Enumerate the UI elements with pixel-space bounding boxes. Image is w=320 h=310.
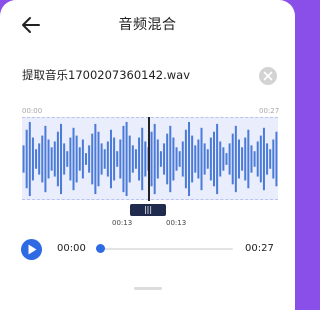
page-title: 音频混合 xyxy=(118,17,177,33)
waveform-end-label: 00:27 xyxy=(259,107,280,115)
waveform-bar xyxy=(253,151,256,167)
waveform-bar xyxy=(72,127,75,191)
marker-left-time: 00:13 xyxy=(112,219,133,227)
waveform-bar xyxy=(75,135,78,183)
waveform-bar xyxy=(244,137,247,181)
waveform-bar xyxy=(56,131,59,187)
waveform-bar xyxy=(222,147,225,171)
waveform-bar xyxy=(272,139,275,179)
marker-right-time: 00:13 xyxy=(166,219,187,227)
waveform-bar xyxy=(141,127,144,191)
waveform-bar xyxy=(266,143,269,175)
waveform-bar xyxy=(44,125,47,193)
audio-mix-panel: 音频混合 提取音乐1700207360142.wav 00:00 00:27 |… xyxy=(0,0,295,310)
waveform-bar xyxy=(109,129,112,189)
total-time: 00:27 xyxy=(245,243,274,254)
waveform-bar xyxy=(97,131,100,187)
waveform-bar xyxy=(94,123,97,195)
waveform-bar xyxy=(50,147,53,171)
waveform-bar xyxy=(213,131,215,187)
waveform-bar xyxy=(191,135,194,183)
marker-grip[interactable]: ||| xyxy=(130,204,166,216)
waveform-bar xyxy=(237,139,240,179)
waveform-bar xyxy=(225,153,228,165)
waveform-bar xyxy=(125,121,128,197)
waveform-bar xyxy=(100,143,103,175)
waveform-bar xyxy=(122,125,125,193)
waveform-bar xyxy=(172,137,175,181)
waveform-bar xyxy=(60,123,63,195)
waveform-bar xyxy=(231,133,234,185)
waveform-bar xyxy=(159,151,162,167)
waveform-bar xyxy=(153,123,156,195)
waveform-bar xyxy=(197,139,200,179)
waveform-bar xyxy=(247,129,250,189)
waveform-bar xyxy=(131,145,134,173)
waveform-bar xyxy=(259,135,262,183)
waveform-bar xyxy=(88,145,91,173)
waveform-bar xyxy=(156,139,159,179)
waveform-bar xyxy=(25,129,28,189)
waveform-bar xyxy=(128,135,131,183)
waveform-bar xyxy=(181,141,184,177)
current-time: 00:00 xyxy=(57,243,86,254)
waveform-bar xyxy=(150,131,153,187)
waveform-bar xyxy=(275,131,278,187)
waveform-bar xyxy=(206,149,209,169)
waveform-bar xyxy=(53,141,56,177)
waveform-bar xyxy=(184,129,187,189)
waveform-bar xyxy=(166,133,169,185)
play-button[interactable] xyxy=(21,239,42,260)
seek-track[interactable] xyxy=(100,248,233,250)
waveform-bar xyxy=(241,147,244,171)
waveform-bar xyxy=(175,147,178,171)
waveform-bar xyxy=(22,145,25,173)
waveform-bar xyxy=(234,125,237,193)
waveform-bar xyxy=(209,137,212,181)
waveform-bar xyxy=(28,121,31,197)
waveform-bar xyxy=(35,149,38,169)
waveform-bar xyxy=(144,141,147,177)
waveform-bar xyxy=(103,149,106,169)
waveform-bar xyxy=(200,127,203,191)
waveform-bar xyxy=(178,151,181,167)
waveform-bar xyxy=(219,141,222,177)
waveform-bar xyxy=(138,137,141,181)
waveform-bar xyxy=(113,137,116,181)
waveform-bar xyxy=(188,121,191,197)
close-icon[interactable] xyxy=(259,67,277,85)
waveform-bar xyxy=(203,143,206,175)
waveform-bar xyxy=(69,137,72,181)
waveform-bar xyxy=(163,143,166,175)
file-name: 提取音乐1700207360142.wav xyxy=(22,68,191,82)
waveform-bar xyxy=(119,139,122,179)
waveform-bar xyxy=(31,137,34,181)
waveform-bar xyxy=(269,149,272,169)
waveform-bar xyxy=(91,133,94,185)
waveform-bar xyxy=(262,127,265,191)
waveform-bar xyxy=(63,143,66,175)
position-marker[interactable] xyxy=(148,117,150,201)
waveform-bar xyxy=(250,145,253,173)
waveform-bar xyxy=(81,139,84,179)
waveform-bar xyxy=(228,143,231,175)
waveform-start-label: 00:00 xyxy=(22,107,43,115)
waveform-bar xyxy=(169,125,172,193)
waveform-bar xyxy=(41,135,44,183)
waveform-bar xyxy=(66,151,69,167)
waveform-bar xyxy=(47,139,50,179)
waveform-bar xyxy=(256,141,259,177)
waveform-bar xyxy=(116,151,119,167)
waveform-bar xyxy=(85,153,87,165)
waveform-bar xyxy=(216,123,219,195)
waveform-bar xyxy=(134,149,137,169)
waveform-bar xyxy=(38,143,41,175)
seek-thumb[interactable] xyxy=(95,244,105,253)
play-icon xyxy=(28,244,37,255)
waveform-bar xyxy=(194,145,197,173)
waveform-bar xyxy=(78,147,81,171)
waveform-bar xyxy=(106,141,109,177)
waveform xyxy=(22,121,278,197)
sheet-handle[interactable] xyxy=(134,287,162,290)
